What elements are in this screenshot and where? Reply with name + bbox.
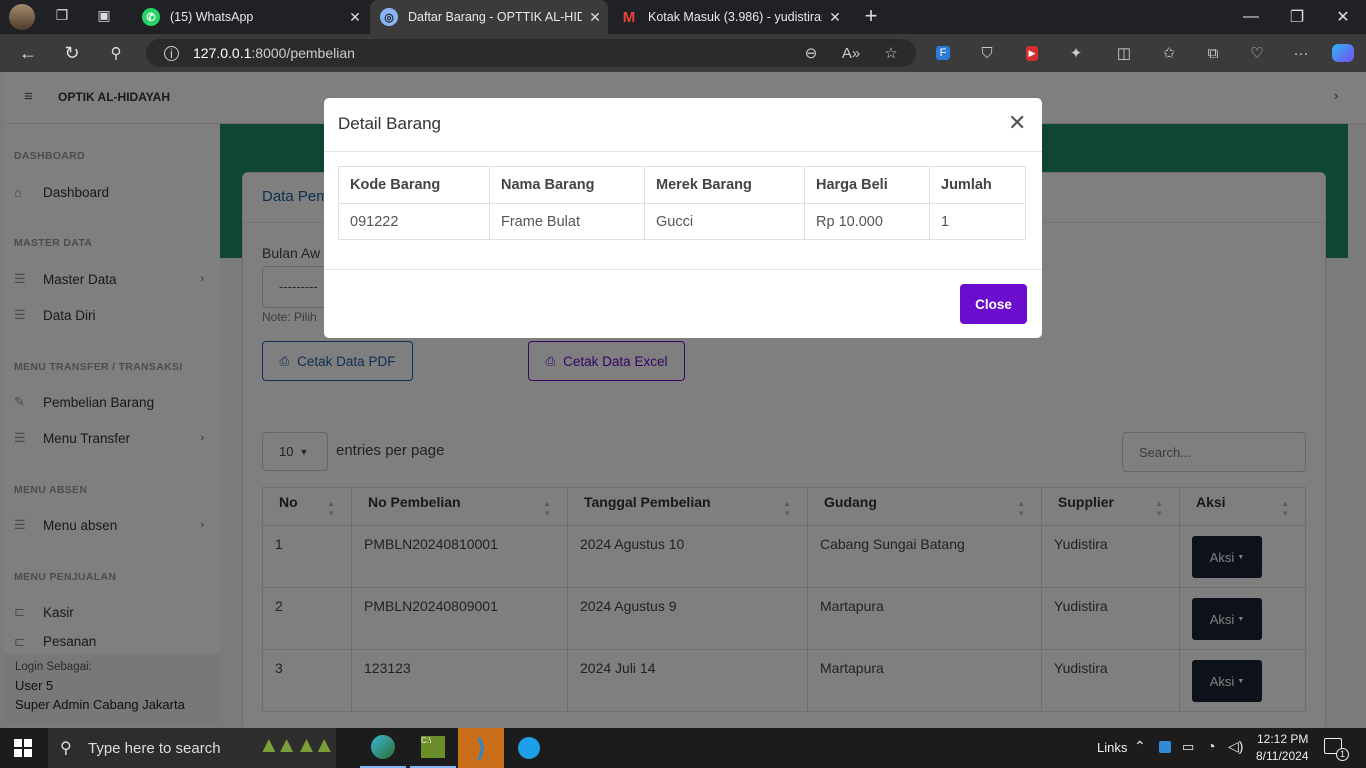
windows-start-icon[interactable] [14, 739, 32, 757]
refresh-button[interactable]: ↻ [54, 34, 90, 72]
collections-icon[interactable]: ⧉ [1196, 34, 1230, 72]
detail-barang-modal: Detail Barang ✕ Kode Barang Nama Barang … [324, 98, 1042, 338]
url-path: :8000/pembelian [251, 45, 355, 61]
read-aloud-icon[interactable]: A» [834, 34, 868, 72]
wifi-icon[interactable]: ◔ [1207, 738, 1215, 754]
tab-whatsapp[interactable]: ✆ (15) WhatsApp ✕ [132, 0, 368, 34]
extensions-puzzle-icon[interactable]: ✦ [1059, 34, 1093, 72]
search-highlight-trees-icon: ▲▲ ▲▲ [258, 732, 335, 757]
workspaces-icon[interactable]: ❐ [52, 7, 72, 27]
detail-header-nama: Nama Barang [489, 166, 645, 204]
detail-header-harga: Harga Beli [804, 166, 930, 204]
profile-avatar[interactable] [9, 4, 35, 30]
taskbar-terminal-app[interactable]: C:\ [410, 728, 456, 768]
favorites-icon[interactable]: ✩ [1152, 34, 1186, 72]
detail-header-row: Kode Barang Nama Barang Merek Barang Har… [338, 166, 1026, 204]
volume-icon[interactable]: ◁) [1228, 738, 1243, 755]
table-row: 091222 Frame Bulat Gucci Rp 10.000 1 [338, 203, 1026, 240]
minimize-button[interactable]: — [1228, 0, 1274, 34]
modal-title: Detail Barang [338, 114, 442, 133]
new-tab-button[interactable]: + [858, 4, 884, 30]
copilot-icon[interactable] [1326, 34, 1360, 72]
taskbar-blue-app[interactable] [506, 728, 552, 768]
tab-daftar-barang[interactable]: ◎ Daftar Barang - OPTTIK AL-HIDAYAH ✕ [370, 0, 608, 34]
back-button[interactable]: ← [10, 34, 46, 72]
search-icon: ⚲ [60, 740, 72, 757]
favorite-star-icon[interactable]: ☆ [874, 34, 908, 72]
gmail-icon: M [622, 8, 636, 26]
taskbar-edge-app[interactable] [360, 728, 406, 768]
browser-essentials-icon[interactable]: ♡ [1240, 34, 1274, 72]
whatsapp-icon: ✆ [142, 8, 160, 26]
more-menu-icon[interactable]: ··· [1284, 34, 1318, 72]
close-tab-icon[interactable]: ✕ [342, 9, 368, 26]
globe-icon: ◎ [380, 8, 398, 26]
close-icon[interactable]: ✕ [1008, 110, 1026, 136]
show-hidden-icons-icon[interactable]: ⌃ [1134, 738, 1146, 755]
split-screen-icon[interactable]: ◫ [1107, 34, 1141, 72]
modal-header-divider [324, 151, 1042, 152]
battery-icon[interactable]: ▭ [1182, 739, 1194, 755]
detail-header-kode: Kode Barang [338, 166, 490, 204]
tab-actions-icon[interactable]: ▣ [94, 7, 114, 27]
close-window-button[interactable]: ✕ [1320, 0, 1366, 34]
video-extension-icon[interactable]: ▶ [1015, 34, 1049, 72]
notification-count-badge: 1 [1336, 748, 1349, 761]
url-host: 127.0.0.1 [193, 45, 252, 61]
close-tab-icon[interactable]: ✕ [582, 9, 608, 26]
detail-table: Kode Barang Nama Barang Merek Barang Har… [338, 166, 1026, 240]
tab-gmail[interactable]: M Kotak Masuk (3.986) - yudistirariv ✕ [610, 0, 848, 34]
app-tray-icon[interactable] [1159, 741, 1171, 753]
zoom-out-icon[interactable]: ⊖ [794, 34, 828, 72]
detail-header-jumlah: Jumlah [929, 166, 1026, 204]
restore-button[interactable]: ❐ [1274, 0, 1320, 34]
site-info-icon[interactable]: i [164, 45, 179, 61]
clock-time[interactable]: 12:12 PM [1257, 732, 1308, 746]
close-tab-icon[interactable]: ✕ [822, 9, 848, 26]
search-icon[interactable]: ⚲ [98, 34, 134, 72]
detail-header-merek: Merek Barang [644, 166, 805, 204]
taskbar-vscode-app[interactable]: ⟩ [458, 728, 504, 768]
links-toolbar-label[interactable]: Links [1097, 740, 1127, 755]
close-button[interactable]: Close [960, 284, 1027, 324]
shield-extension-icon[interactable]: ⛉ [970, 34, 1004, 72]
modal-footer-divider [324, 269, 1042, 270]
clock-date[interactable]: 8/11/2024 [1256, 749, 1309, 763]
extension-f-icon[interactable]: F [926, 34, 960, 72]
